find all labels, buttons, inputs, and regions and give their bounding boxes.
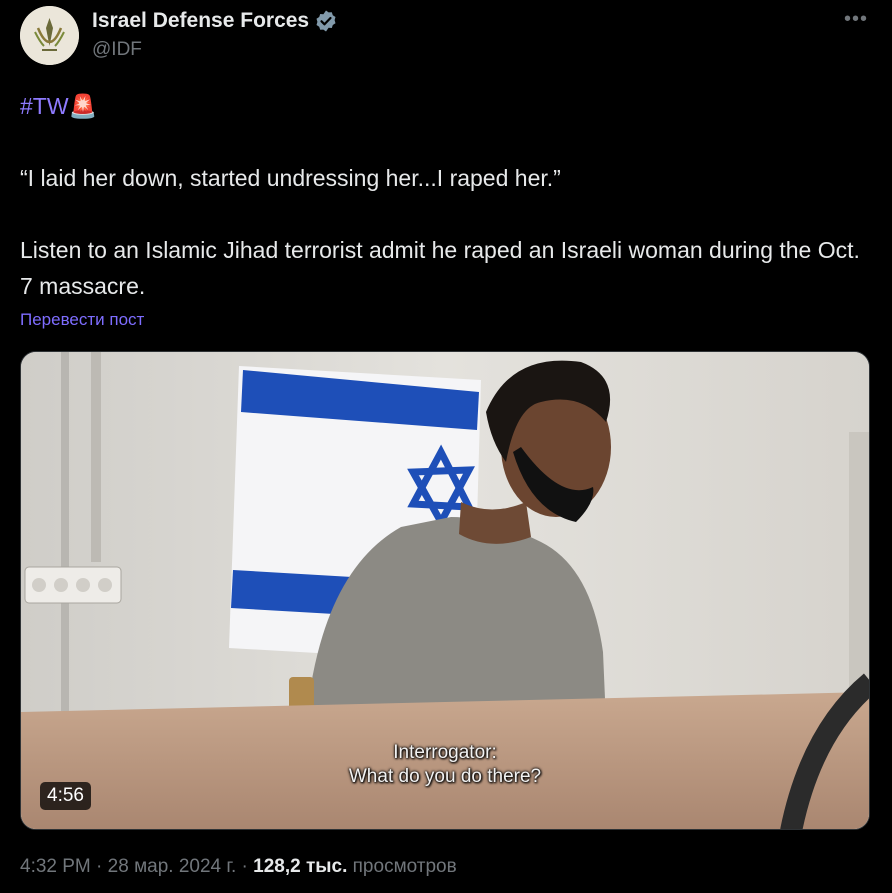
tweet-meta: 4:32 PM · 28 мар. 2024 г. · 128,2 тыс. п… [20,856,457,878]
siren-emoji-icon: 🚨 [68,93,98,119]
tweet-time[interactable]: 4:32 PM [20,856,91,877]
more-horizontal-icon[interactable]: ••• [844,8,868,31]
account-name[interactable]: Israel Defense Forces [92,9,309,33]
tweet-text: #TW🚨 “I laid her down, started undressin… [20,88,870,304]
tweet-body: Listen to an Islamic Jihad terrorist adm… [20,237,860,299]
tweet-header: Israel Defense Forces @IDF ••• [20,6,872,66]
verified-badge-icon[interactable] [314,9,338,33]
hashtag-line: #TW🚨 [20,88,870,124]
meta-separator: · [96,856,103,877]
avatar[interactable] [20,6,79,65]
account-handle[interactable]: @IDF [92,39,142,61]
meta-separator: · [241,856,248,877]
video-subtitle: Interrogator: What do you do there? [21,741,869,789]
translate-post-link[interactable]: Перевести пост [20,310,144,330]
hashtag-link[interactable]: #TW [20,93,69,119]
account-name-row: Israel Defense Forces [92,9,338,33]
subtitle-line: What do you do there? [348,766,542,787]
views-count: 128,2 тыс. [253,856,348,877]
idf-emblem-icon [20,6,79,65]
subtitle-speaker: Interrogator: [393,742,497,763]
tweet-date[interactable]: 28 мар. 2024 г. [108,856,237,877]
video-duration-badge: 4:56 [40,782,91,810]
tweet-quote: “I laid her down, started undressing her… [20,165,561,191]
views-label: просмотров [352,856,457,877]
video-player[interactable]: Interrogator: What do you do there? 4:56 [20,351,870,830]
